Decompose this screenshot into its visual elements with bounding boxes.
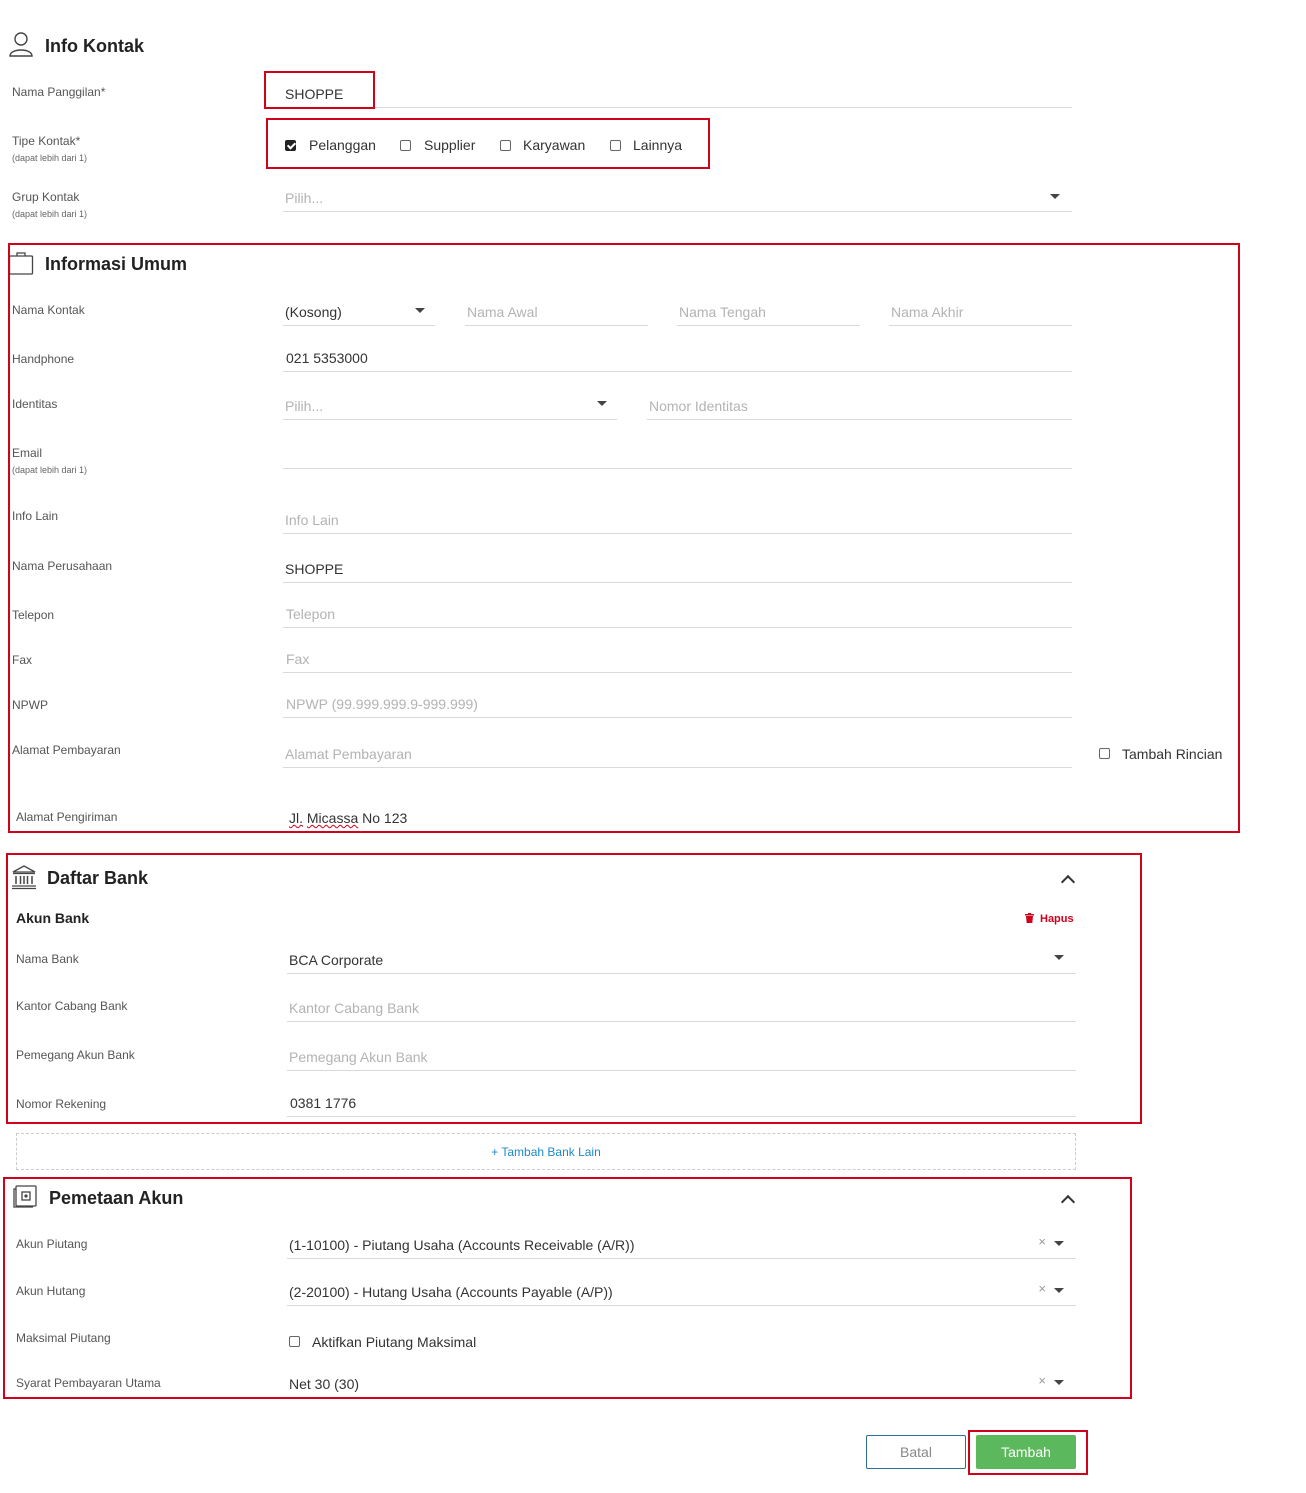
batal-button[interactable]: Batal: [866, 1435, 966, 1469]
chevron-down-icon: [1050, 194, 1060, 199]
highlight-box-tambah: [968, 1430, 1088, 1475]
sublabel-tipe-kontak: (dapat lebih dari 1): [12, 153, 88, 163]
sublabel-grup-kontak: (dapat lebih dari 1): [12, 209, 88, 219]
highlight-box-pemetaan-akun: [3, 1177, 1132, 1399]
grup-kontak-placeholder: Pilih...: [285, 190, 324, 206]
section-title-info-kontak: Info Kontak: [45, 36, 144, 56]
user-icon: [9, 32, 33, 57]
grup-kontak-select[interactable]: Pilih...: [283, 184, 1072, 212]
highlight-box-nama-panggilan: [264, 71, 375, 109]
highlight-box-tipe-kontak: [266, 118, 710, 169]
label-grup-kontak: Grup Kontak: [12, 190, 80, 204]
label-nama-panggilan: Nama Panggilan*: [12, 85, 106, 99]
highlight-box-informasi-umum: [8, 243, 1240, 833]
highlight-box-daftar-bank: [6, 853, 1142, 1124]
tambah-bank-button[interactable]: + Tambah Bank Lain: [16, 1133, 1076, 1170]
label-tipe-kontak: Tipe Kontak*: [12, 134, 81, 148]
nama-panggilan-input[interactable]: SHOPPE: [283, 80, 1072, 108]
